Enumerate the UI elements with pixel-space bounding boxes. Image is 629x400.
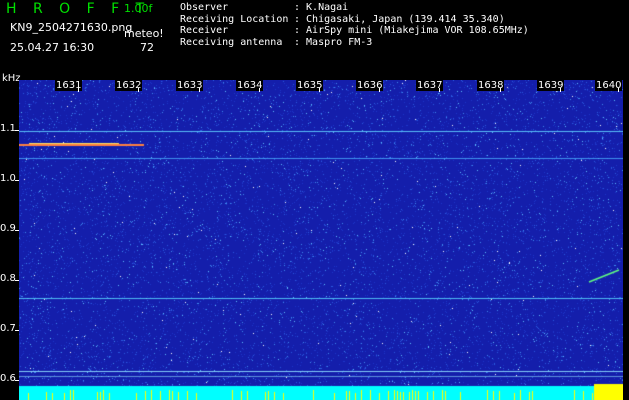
x-tick-mark xyxy=(560,88,561,92)
y-tick-label: 1.1 xyxy=(0,123,16,134)
app-version: 1.00f xyxy=(124,2,153,15)
date-time: 25.04.27 16:30 xyxy=(10,41,95,54)
spectrogram xyxy=(19,80,623,400)
spectrogram-canvas xyxy=(19,80,623,400)
y-tick-label: 0.7 xyxy=(0,323,16,334)
meteo-label: meteo! xyxy=(124,27,164,40)
info-row-location: Receiving Location: Chigasaki, Japan (13… xyxy=(180,13,505,25)
y-tick-label: 0.9 xyxy=(0,223,16,234)
y-tick-mark xyxy=(15,180,19,181)
x-tick-mark xyxy=(259,88,260,92)
x-tick-mark xyxy=(379,88,380,92)
y-tick-label: 1.0 xyxy=(0,173,16,184)
y-tick-mark xyxy=(15,130,19,131)
y-tick-mark xyxy=(15,280,19,281)
file-name: KN9_2504271630.png xyxy=(10,21,133,34)
x-tick-mark xyxy=(618,88,619,92)
y-tick-label: 0.8 xyxy=(0,273,16,284)
y-tick-mark xyxy=(15,380,19,381)
meteor-count: 72 xyxy=(140,41,154,54)
x-tick-mark xyxy=(500,88,501,92)
info-row-observer: Observer: K.Nagai xyxy=(180,2,349,13)
y-axis: 1.1 1.0 0.9 0.8 0.7 0.6 xyxy=(0,80,19,400)
x-tick-mark xyxy=(319,88,320,92)
x-tick-mark xyxy=(78,88,79,92)
y-tick-label: 0.6 xyxy=(0,373,16,384)
x-tick-mark xyxy=(439,88,440,92)
x-tick-mark xyxy=(199,88,200,92)
info-row-receiver: Receiver: AirSpy mini (Miakejima VOR 108… xyxy=(180,25,529,37)
header-panel: H R O F F T 1.00f KN9_2504271630.png met… xyxy=(0,0,629,78)
y-tick-mark xyxy=(15,230,19,231)
x-tick-mark xyxy=(138,88,139,92)
station-info: Observer: K.Nagai Receiving Location: Ch… xyxy=(180,2,529,49)
info-row-antenna: Receiving antenna: Maspro FM-3 xyxy=(180,37,373,49)
right-frame xyxy=(623,80,629,400)
y-tick-mark xyxy=(15,330,19,331)
